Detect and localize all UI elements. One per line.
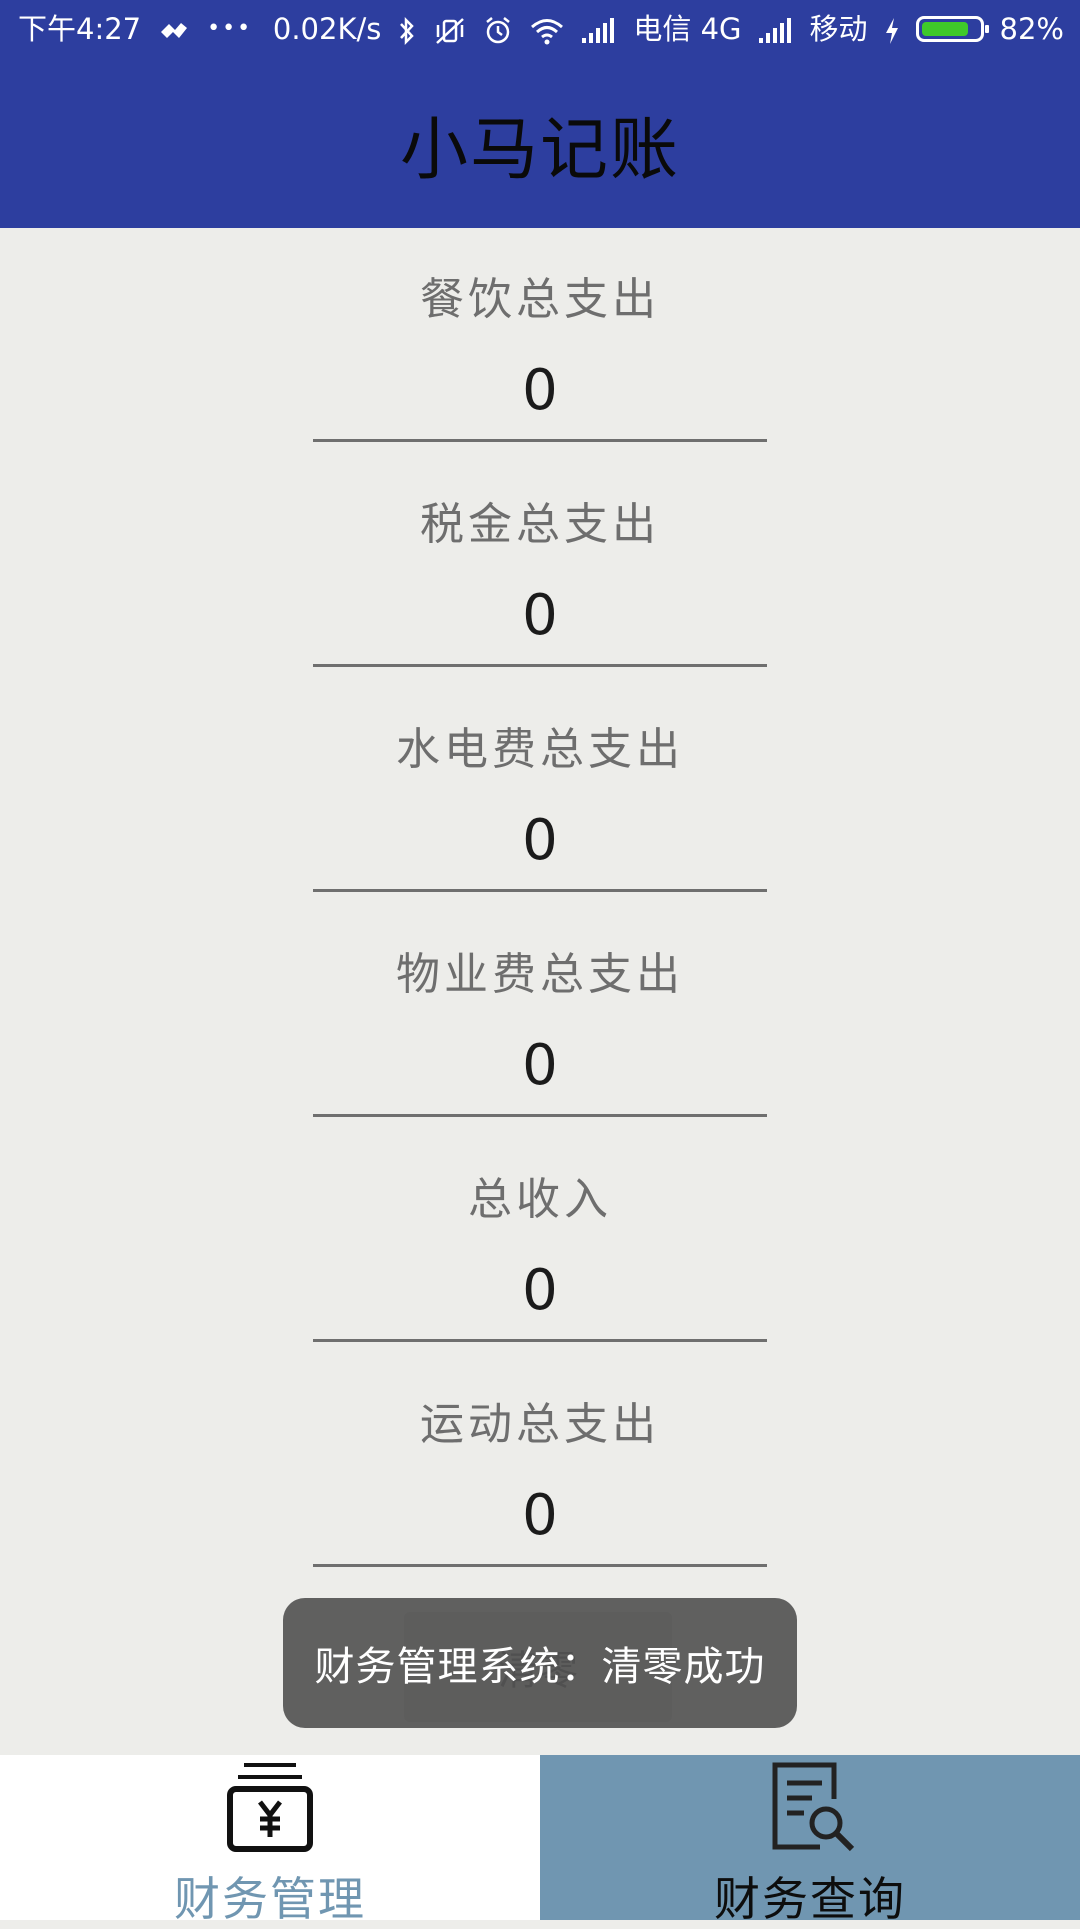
notification-icon — [159, 0, 189, 58]
field-label: 水电费总支出 — [396, 724, 684, 775]
toast-message: 财务管理系统：清零成功 — [283, 1598, 797, 1728]
bottom-nav: 财务管理 财务查询 — [0, 1755, 1080, 1926]
charging-icon — [884, 0, 900, 58]
tab-finance-management[interactable]: 财务管理 — [0, 1755, 540, 1926]
field-value[interactable]: 0 — [315, 1036, 765, 1096]
signal-icon — [581, 0, 617, 58]
field-label: 运动总支出 — [420, 1399, 660, 1450]
field-label: 物业费总支出 — [396, 949, 684, 1000]
field-label: 税金总支出 — [420, 499, 660, 550]
field-label: 总收入 — [468, 1174, 612, 1225]
yen-wallet-icon — [220, 1757, 320, 1861]
tab-label: 财务查询 — [714, 1872, 906, 1926]
field-underline — [313, 1114, 767, 1117]
signal-icon-2 — [758, 0, 794, 58]
field-value[interactable]: 0 — [315, 811, 765, 871]
document-search-icon — [760, 1757, 860, 1861]
network-speed: 0.02K/s — [272, 12, 382, 46]
field-underline — [313, 889, 767, 892]
tab-finance-query[interactable]: 财务查询 — [540, 1755, 1080, 1926]
battery-icon — [915, 16, 989, 42]
field-label: 餐饮总支出 — [420, 274, 660, 325]
tab-label: 财务管理 — [174, 1872, 366, 1926]
field-value[interactable]: 0 — [315, 1486, 765, 1546]
field-value[interactable]: 0 — [315, 361, 765, 421]
field-value[interactable]: 0 — [315, 1261, 765, 1321]
bluetooth-icon — [397, 0, 417, 58]
battery-percent: 82% — [999, 12, 1064, 46]
field-underline — [313, 1339, 767, 1342]
more-notifications-dots: ••• — [207, 16, 253, 41]
vibrate-off-icon — [433, 0, 467, 58]
status-bar: 下午4:27 ••• 0.02K/s 电信 4G 移动 82% — [0, 0, 1080, 58]
field-value[interactable]: 0 — [315, 586, 765, 646]
field-underline — [313, 1564, 767, 1567]
field-underline — [313, 439, 767, 442]
app-title: 小马记账 — [399, 110, 680, 190]
carrier-2: 移动 — [809, 12, 868, 46]
alarm-icon — [483, 0, 513, 58]
wifi-icon — [529, 0, 565, 58]
status-time: 下午4:27 — [18, 12, 142, 46]
field-underline — [313, 664, 767, 667]
app-toolbar: 小马记账 — [0, 58, 1080, 228]
carrier-1: 电信 4G — [633, 12, 742, 46]
